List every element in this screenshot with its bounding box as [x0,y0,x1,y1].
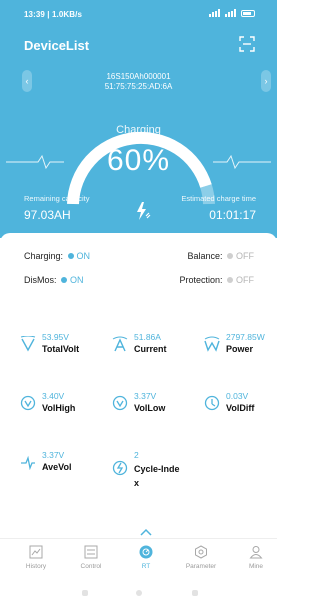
metric-value: 3.40V [42,391,65,401]
metric-vol-diff: 0.03V VolDiff [204,391,276,427]
tab-history[interactable]: History [11,545,61,570]
dismos-label: DisMos: [24,275,57,285]
balance-label: Balance: [187,251,223,261]
protection-label: Protection: [179,275,223,285]
protection-state: OFF [236,275,254,285]
home-icon[interactable] [136,590,142,596]
charging-bolt-icon [137,202,151,220]
current-icon [112,336,128,352]
vol-high-icon [20,395,36,411]
status-time: 13:39 | 1.0KB/s [24,10,82,19]
power-icon [204,336,220,352]
balance-switch[interactable]: Balance: OFF [187,251,254,261]
chart-icon [29,545,43,559]
dismos-switch[interactable]: DisMos: ON [24,275,84,285]
scan-icon[interactable] [239,36,255,52]
cycle-icon [112,460,128,476]
metric-value: 0.03V [226,391,249,401]
status-icons [209,9,255,17]
metric-total-volt: 53.95V TotalVolt [20,332,100,368]
estimated-time-label: Estimated charge time [181,194,256,203]
metric-label: VolDiff [226,403,255,413]
metric-label: TotalVolt [42,344,80,354]
dismos-state: ON [70,275,84,285]
app-screen: 13:39 | 1.0KB/s DeviceList ‹ › 16S150Ah0… [0,0,277,603]
bottom-tab-bar: History Control RT Parameter Mine [0,538,277,580]
metric-ave-vol: 3.37V AveVol [20,450,100,486]
parameter-icon [195,545,207,559]
metric-current: 51.86A Current [112,332,192,368]
on-indicator-icon [61,276,68,283]
metric-vol-low: 3.37V VolLow [112,391,192,427]
ave-vol-icon [21,455,35,470]
metric-value: 3.37V [42,450,65,460]
metric-label: Cycle-Index [134,464,180,488]
on-indicator-icon [67,252,74,259]
metric-label: Current [134,344,167,354]
signal-icon [225,9,237,17]
battery-hero: DeviceList ‹ › 16S150Ah000001 51:75:75:2… [0,28,277,238]
metric-power: 2797.85W Power [204,332,276,368]
estimated-time-value: 01:01:17 [209,208,256,222]
status-bar: 13:39 | 1.0KB/s [0,0,277,28]
off-indicator-icon [227,276,233,283]
tab-label: History [25,563,47,570]
vol-diff-icon [204,395,220,411]
metric-label: Power [226,344,254,354]
charge-gauge [6,131,271,205]
signal-icon [209,9,221,17]
tab-label: RT [141,563,151,570]
metric-value: 3.37V [134,391,157,401]
control-icon [84,545,98,559]
charge-status: Charging [116,124,161,136]
metric-label: VolHigh [42,403,76,413]
tab-control[interactable]: Control [66,545,116,570]
metric-vol-high: 3.40V VolHigh [20,391,100,427]
remaining-capacity-value: 97.03AH [24,208,71,222]
vol-low-icon [112,395,128,411]
battery-icon [241,9,255,17]
protection-switch[interactable]: Protection: OFF [179,275,254,285]
switch-row-2: DisMos: ON Protection: OFF [24,275,254,289]
metric-label: VolLow [134,403,166,413]
switch-row-1: Charging: ON Balance: OFF [24,251,254,265]
charge-percent: 60% [106,144,171,177]
metric-value: 2 [134,450,139,460]
tab-label: Parameter [185,563,217,570]
metric-label: AveVol [42,462,72,472]
user-icon [249,546,263,559]
tab-parameter[interactable]: Parameter [176,545,226,570]
tab-label: Control [80,563,102,570]
realtime-icon [139,545,153,559]
voltage-icon [20,336,36,352]
tab-mine[interactable]: Mine [231,545,281,570]
charging-state: ON [76,251,91,261]
chevron-up-icon[interactable] [140,528,152,536]
back-icon[interactable] [192,590,198,596]
metric-value: 51.86A [134,332,161,342]
metric-value: 2797.85W [226,332,265,342]
metric-value: 53.95V [42,332,69,342]
tab-label: Mine [248,563,264,570]
recent-apps-icon[interactable] [82,590,88,596]
tab-rt[interactable]: RT [121,545,171,570]
off-indicator-icon [227,252,233,259]
balance-state: OFF [236,251,254,261]
system-nav-bar [0,586,277,603]
charging-label: Charging: [24,251,64,261]
charging-switch[interactable]: Charging: ON [24,251,90,261]
remaining-capacity-label: Remaining capacity [24,194,90,203]
metric-cycle-index: 2 Cycle-Index [112,450,198,500]
page-title[interactable]: DeviceList [24,38,89,53]
